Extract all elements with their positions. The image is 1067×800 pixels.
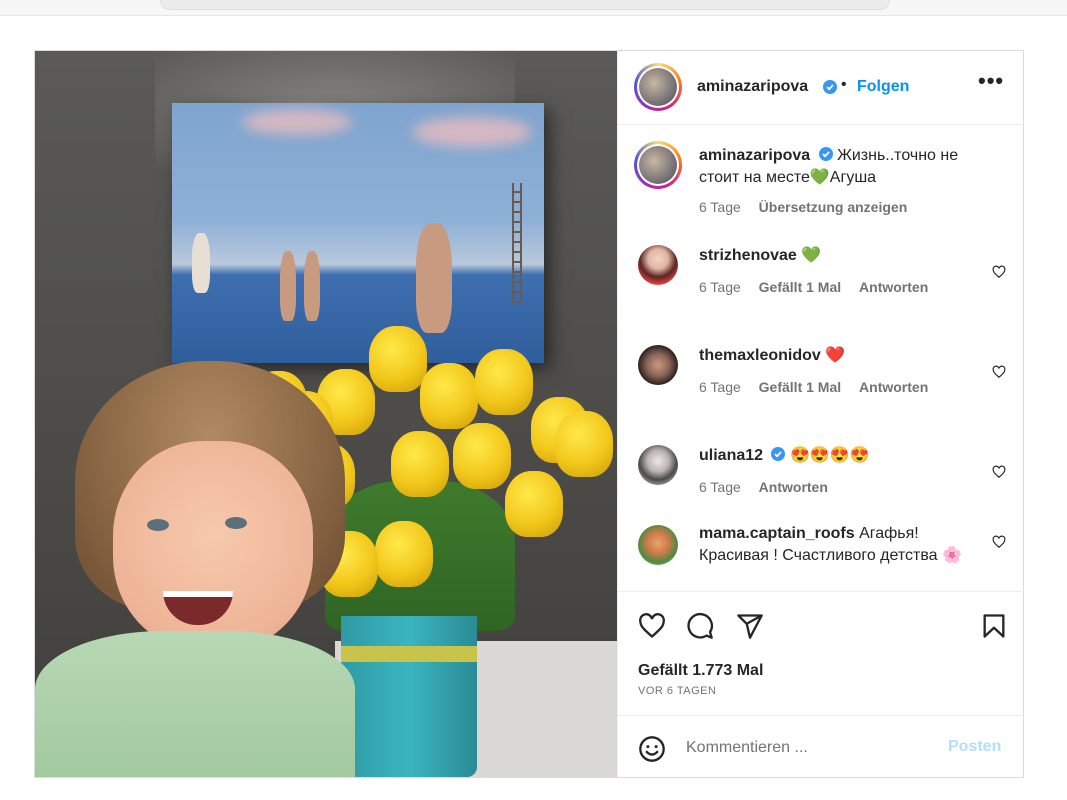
reply-button[interactable]: Antworten <box>859 379 928 395</box>
header-separator: • <box>841 76 847 93</box>
caption-avatar[interactable] <box>634 141 682 189</box>
photo-painting <box>172 103 544 363</box>
caption-username[interactable]: aminazaripova <box>699 147 810 164</box>
comment-text: ❤️ <box>825 347 846 364</box>
likes-count[interactable]: Gefällt 1.773 Mal <box>638 662 763 680</box>
comment-avatar[interactable] <box>638 445 678 485</box>
comment-heart-icon[interactable] <box>992 265 1006 279</box>
comment-icon[interactable] <box>686 612 714 640</box>
verified-badge-icon <box>818 147 833 161</box>
post-actions: Gefällt 1.773 Mal VOR 6 TAGEN <box>618 591 1024 715</box>
comment-composer: Posten <box>618 715 1024 777</box>
comment-avatar[interactable] <box>638 245 678 285</box>
browser-toolbar <box>0 0 1067 16</box>
author-username[interactable]: aminazaripova <box>697 78 808 96</box>
comment-heart-icon[interactable] <box>992 365 1006 379</box>
instagram-post-modal: aminazaripova • Folgen ••• aminazaripova <box>34 50 1024 778</box>
bookmark-icon[interactable] <box>980 612 1008 640</box>
post-photo[interactable] <box>35 51 617 777</box>
post-header: aminazaripova • Folgen ••• <box>618 51 1024 125</box>
comment-username[interactable]: uliana12 <box>699 447 763 464</box>
comment-username[interactable]: mama.captain_roofs <box>699 525 855 542</box>
comment-username[interactable]: strizhenovae <box>699 247 797 264</box>
comment-username[interactable]: themaxleonidov <box>699 347 821 364</box>
post-timestamp[interactable]: VOR 6 TAGEN <box>638 685 716 697</box>
comment-avatar[interactable] <box>638 525 678 565</box>
caption-time[interactable]: 6 Tage <box>699 199 741 215</box>
comments-list[interactable]: aminazaripova Жизнь..точно не стоит на м… <box>618 125 1024 591</box>
comment-time[interactable]: 6 Tage <box>699 379 741 395</box>
heart-icon[interactable] <box>638 612 666 640</box>
share-icon[interactable] <box>736 612 764 640</box>
follow-button[interactable]: Folgen <box>857 78 909 96</box>
comment-input[interactable] <box>686 734 936 762</box>
verified-badge-icon <box>771 447 786 461</box>
comment-text: 😍😍😍😍 <box>789 447 870 464</box>
comment-likes[interactable]: Gefällt 1 Mal <box>759 279 841 295</box>
comment-heart-icon[interactable] <box>992 535 1006 549</box>
photo-child-sweater <box>35 631 355 777</box>
comment-time[interactable]: 6 Tage <box>699 279 741 295</box>
comment-text: 💚 <box>801 247 822 264</box>
comment-likes[interactable]: Gefällt 1 Mal <box>759 379 841 395</box>
author-avatar[interactable] <box>634 63 682 111</box>
verified-badge-icon <box>823 80 837 94</box>
emoji-icon[interactable] <box>638 735 666 763</box>
translate-button[interactable]: Übersetzung anzeigen <box>759 199 908 215</box>
comment-time[interactable]: 6 Tage <box>699 479 741 495</box>
comment-avatar[interactable] <box>638 345 678 385</box>
comment-heart-icon[interactable] <box>992 465 1006 479</box>
post-comment-button[interactable]: Posten <box>948 738 1001 756</box>
reply-button[interactable]: Antworten <box>759 479 828 495</box>
reply-button[interactable]: Antworten <box>859 279 928 295</box>
post-side-panel: aminazaripova • Folgen ••• aminazaripova <box>617 51 1024 777</box>
more-icon[interactable]: ••• <box>978 70 1004 98</box>
address-bar[interactable] <box>160 0 890 10</box>
photo-bucket <box>341 616 477 777</box>
